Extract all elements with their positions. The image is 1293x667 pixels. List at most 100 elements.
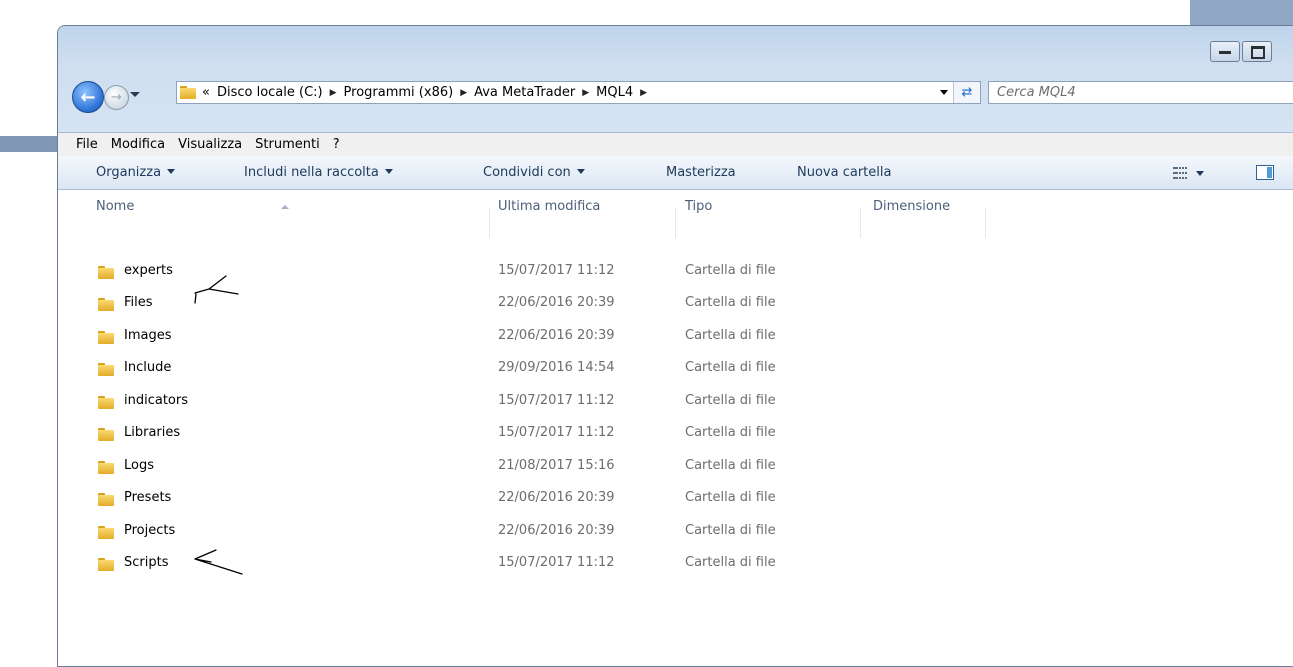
menu-help[interactable]: ?	[333, 137, 340, 152]
back-arrow-icon: ←	[80, 86, 96, 108]
views-dropdown[interactable]	[1196, 171, 1204, 176]
file-row[interactable]: Logs 21/08/2017 15:16 Cartella di file	[58, 451, 1293, 483]
back-button[interactable]: ←	[72, 81, 104, 113]
background-window-edge	[0, 136, 58, 152]
annotation-arrow-icon	[194, 549, 243, 575]
file-row[interactable]: Presets 22/06/2016 20:39 Cartella di fil…	[58, 483, 1293, 515]
file-row[interactable]: experts 15/07/2017 11:12 Cartella di fil…	[58, 256, 1293, 288]
file-name: indicators	[124, 393, 188, 408]
search-input[interactable]: Cerca MQL4	[988, 81, 1293, 104]
file-name: Presets	[124, 490, 172, 505]
folder-icon	[98, 558, 114, 571]
file-modified: 29/09/2016 14:54	[498, 360, 615, 375]
command-bar: Organizza Includi nella raccolta Condivi…	[58, 156, 1293, 190]
address-bar[interactable]: « Disco locale (C:) ▶ Programmi (x86) ▶ …	[176, 81, 981, 104]
column-header-name[interactable]: Nome	[96, 190, 134, 224]
organize-button[interactable]: Organizza	[96, 165, 176, 180]
views-icon[interactable]	[1173, 167, 1187, 179]
folder-icon	[98, 363, 114, 376]
menu-view[interactable]: Visualizza	[178, 137, 242, 152]
file-modified: 15/07/2017 11:12	[498, 425, 615, 440]
file-name: Files	[124, 295, 153, 310]
file-modified: 22/06/2016 20:39	[498, 523, 615, 538]
file-type: Cartella di file	[685, 360, 776, 375]
chevron-down-icon	[167, 169, 176, 174]
breadcrumb-separator-icon[interactable]: ▶	[460, 88, 467, 98]
file-type: Cartella di file	[685, 523, 776, 538]
file-name: Projects	[124, 523, 176, 538]
file-type: Cartella di file	[685, 425, 776, 440]
file-row[interactable]: indicators 15/07/2017 11:12 Cartella di …	[58, 386, 1293, 418]
include-in-library-button[interactable]: Includi nella raccolta	[244, 165, 393, 180]
column-header-size[interactable]: Dimensione	[873, 190, 950, 224]
search-placeholder: Cerca MQL4	[997, 85, 1076, 100]
file-row[interactable]: Files 22/06/2016 20:39 Cartella di file	[58, 288, 1293, 320]
file-modified: 15/07/2017 11:12	[498, 555, 615, 570]
column-divider[interactable]	[860, 208, 861, 238]
file-type: Cartella di file	[685, 393, 776, 408]
menu-tools[interactable]: Strumenti	[255, 137, 320, 152]
file-name: Logs	[124, 458, 154, 473]
file-row[interactable]: Projects 22/06/2016 20:39 Cartella di fi…	[58, 516, 1293, 548]
folder-icon	[98, 266, 114, 279]
file-modified: 21/08/2017 15:16	[498, 458, 615, 473]
folder-icon	[180, 86, 196, 99]
file-type: Cartella di file	[685, 263, 776, 278]
file-modified: 15/07/2017 11:12	[498, 393, 615, 408]
file-modified: 22/06/2016 20:39	[498, 328, 615, 343]
new-folder-button[interactable]: Nuova cartella	[797, 165, 891, 180]
folder-icon	[98, 331, 114, 344]
file-list: Nome Ultima modifica Tipo Dimensione exp…	[58, 190, 1293, 666]
breadcrumb-ava-metatrader[interactable]: Ava MetaTrader	[474, 85, 575, 100]
menu-file[interactable]: File	[76, 137, 98, 152]
refresh-icon: ⇄	[961, 85, 973, 100]
sort-ascending-icon	[281, 205, 289, 209]
window-controls	[1210, 41, 1274, 62]
breadcrumb-separator-icon[interactable]: ▶	[640, 88, 647, 98]
breadcrumb-disk[interactable]: Disco locale (C:)	[217, 85, 323, 100]
address-history-dropdown[interactable]	[940, 90, 948, 95]
explorer-window: ← → « Disco locale (C:) ▶ Programmi (x86…	[57, 25, 1293, 667]
file-row[interactable]: Libraries 15/07/2017 11:12 Cartella di f…	[58, 418, 1293, 450]
folder-icon	[98, 396, 114, 409]
maximize-button[interactable]	[1242, 41, 1272, 62]
breadcrumb-separator-icon[interactable]: ▶	[330, 88, 337, 98]
maximize-icon	[1251, 46, 1265, 59]
annotation-arrow-icon	[194, 275, 239, 304]
file-name: Libraries	[124, 425, 181, 440]
file-type: Cartella di file	[685, 490, 776, 505]
recent-pages-dropdown[interactable]	[130, 92, 140, 97]
menu-bar: File Modifica Visualizza Strumenti ?	[58, 132, 1293, 157]
forward-arrow-icon: →	[111, 90, 122, 105]
folder-icon	[98, 493, 114, 506]
minimize-icon	[1219, 51, 1231, 54]
column-header-modified[interactable]: Ultima modifica	[498, 190, 600, 224]
breadcrumb-overflow[interactable]: «	[202, 85, 210, 100]
file-type: Cartella di file	[685, 295, 776, 310]
breadcrumb-mql4[interactable]: MQL4	[596, 85, 633, 100]
file-modified: 15/07/2017 11:12	[498, 263, 615, 278]
menu-edit[interactable]: Modifica	[111, 137, 165, 152]
refresh-button[interactable]: ⇄	[953, 82, 980, 103]
file-name: Scripts	[124, 555, 169, 570]
breadcrumb-separator-icon[interactable]: ▶	[582, 88, 589, 98]
file-row[interactable]: Include 29/09/2016 14:54 Cartella di fil…	[58, 353, 1293, 385]
column-divider[interactable]	[489, 208, 490, 238]
chevron-down-icon	[384, 169, 393, 174]
file-name: experts	[124, 263, 173, 278]
preview-pane-icon[interactable]	[1256, 165, 1274, 180]
column-divider[interactable]	[675, 208, 676, 238]
minimize-button[interactable]	[1210, 41, 1240, 62]
folder-icon	[98, 461, 114, 474]
breadcrumb-programs[interactable]: Programmi (x86)	[344, 85, 454, 100]
column-header-type[interactable]: Tipo	[685, 190, 712, 224]
forward-button[interactable]: →	[104, 85, 129, 110]
file-type: Cartella di file	[685, 328, 776, 343]
file-type: Cartella di file	[685, 458, 776, 473]
file-row[interactable]: Images 22/06/2016 20:39 Cartella di file	[58, 321, 1293, 353]
burn-button[interactable]: Masterizza	[666, 165, 736, 180]
column-divider[interactable]	[985, 208, 986, 238]
file-modified: 22/06/2016 20:39	[498, 295, 615, 310]
file-name: Images	[124, 328, 172, 343]
share-with-button[interactable]: Condividi con	[483, 165, 585, 180]
